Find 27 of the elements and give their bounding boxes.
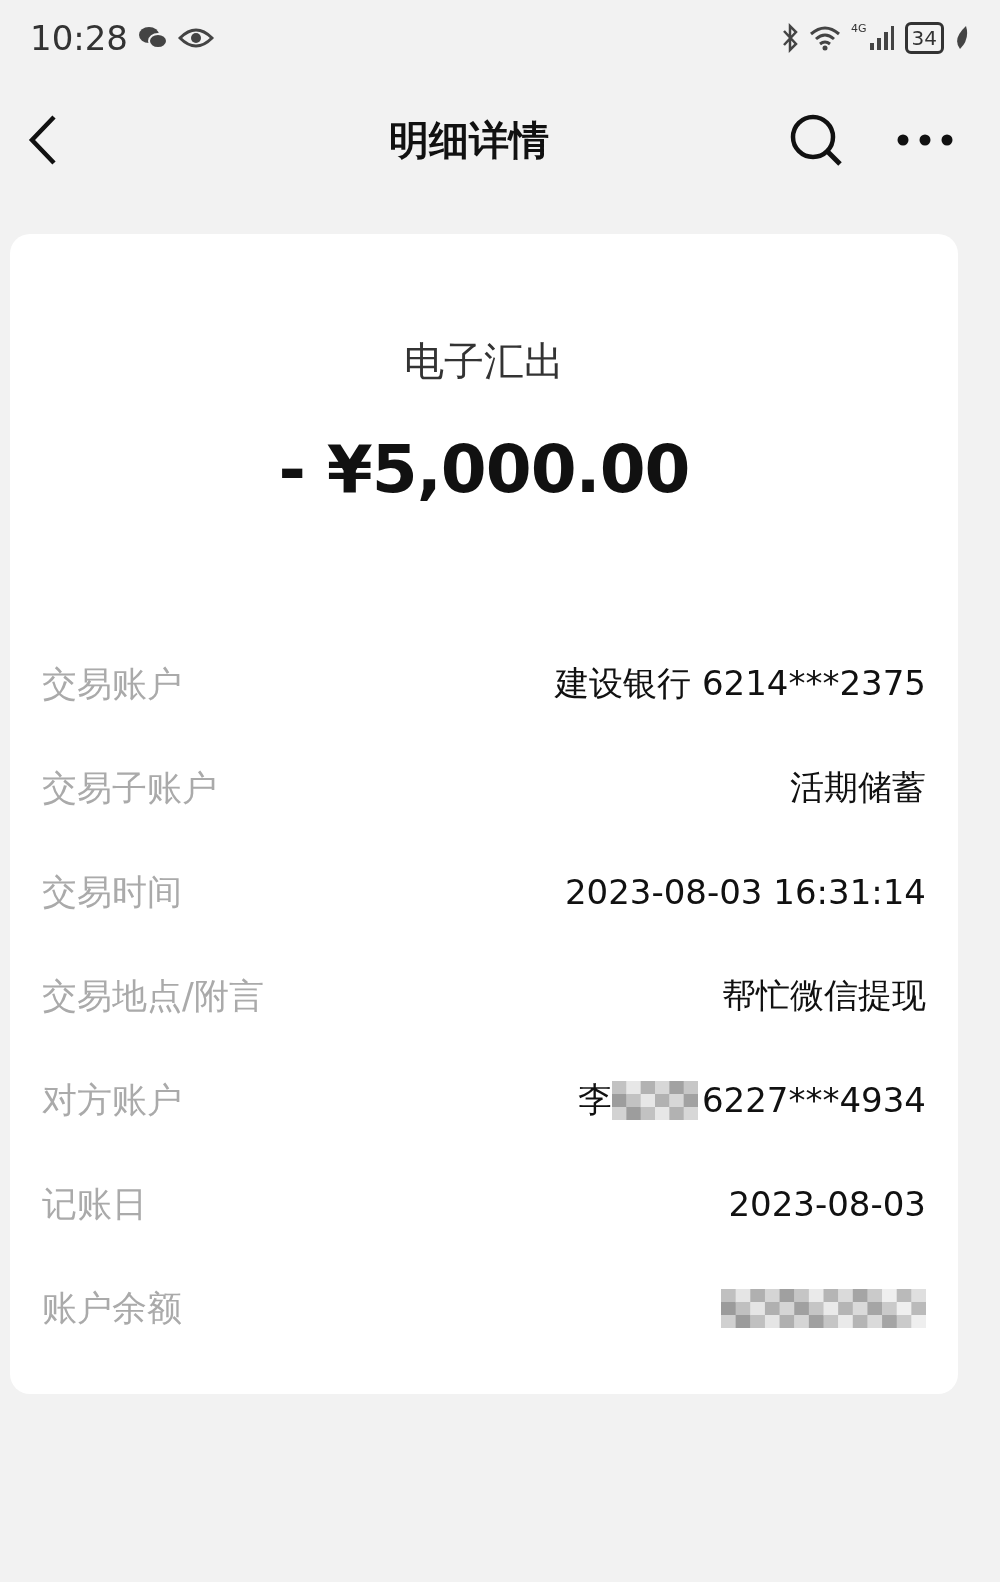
detail-label: 交易账户 bbox=[42, 662, 182, 706]
detail-value: 建设银行 6214***2375 bbox=[555, 662, 926, 705]
detail-value: 帮忙微信提现 bbox=[722, 974, 926, 1017]
detail-label: 交易地点/附言 bbox=[42, 974, 264, 1018]
detail-label: 记账日 bbox=[42, 1182, 147, 1226]
detail-value: 活期储蓄 bbox=[790, 766, 926, 809]
network-type: 4G bbox=[851, 22, 867, 35]
detail-value: 6227***4934 bbox=[701, 1080, 926, 1120]
battery-level: 34 bbox=[904, 22, 944, 54]
detail-label: 对方账户 bbox=[42, 1078, 182, 1122]
wifi-icon bbox=[809, 25, 841, 51]
detail-label: 交易子账户 bbox=[42, 766, 217, 810]
detail-value: 2023-08-03 16:31:14 bbox=[564, 872, 926, 912]
transaction-type: 电子汇出 bbox=[403, 337, 565, 386]
detail-value: 李 bbox=[577, 1078, 612, 1121]
detail-label: 账户余额 bbox=[42, 1286, 182, 1330]
page-title: 明细详情 bbox=[388, 115, 550, 165]
clock: 10:28 bbox=[30, 18, 128, 58]
leaf-icon bbox=[954, 25, 970, 51]
detail-value: 2023-08-03 bbox=[728, 1184, 926, 1224]
search-icon[interactable] bbox=[788, 112, 844, 168]
more-icon[interactable] bbox=[896, 133, 954, 147]
transaction-amount: - ¥5,000.00 bbox=[277, 431, 691, 508]
bluetooth-icon bbox=[781, 23, 799, 53]
signal-icon bbox=[868, 25, 895, 51]
eye-icon bbox=[178, 26, 214, 50]
detail-label: 交易时间 bbox=[42, 870, 182, 914]
